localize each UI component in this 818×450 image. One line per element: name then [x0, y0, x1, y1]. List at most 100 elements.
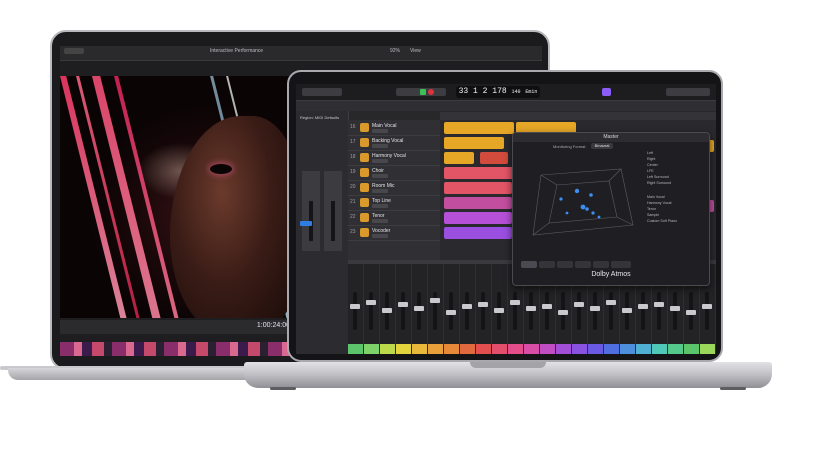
lcd-key: Emin — [525, 89, 538, 95]
object-row[interactable]: LFE — [647, 169, 705, 174]
microphone-icon — [360, 153, 369, 162]
object-row[interactable]: Harmony Vocal — [647, 201, 705, 206]
audio-region[interactable] — [444, 137, 504, 149]
zoom-level[interactable]: 92% — [390, 48, 400, 54]
channel-strip[interactable] — [380, 264, 396, 354]
object-row[interactable]: Left Surround — [647, 175, 705, 180]
inspector: Region: MIDI Defaults — [296, 111, 349, 354]
audio-region[interactable] — [444, 212, 512, 224]
track-header[interactable]: 16 Main Vocal — [348, 120, 440, 136]
audio-region[interactable] — [444, 152, 474, 164]
object-point — [591, 211, 595, 215]
object-row[interactable]: Custom Soft Piano — [647, 219, 705, 224]
view-buttons[interactable] — [302, 88, 342, 96]
channel-strip[interactable] — [492, 264, 508, 354]
microphone-icon — [360, 228, 369, 237]
lcd-beat: 1 — [473, 87, 478, 96]
arrange-menubar — [296, 101, 716, 111]
track-header[interactable]: 17 Backing Vocal — [348, 135, 440, 151]
tab[interactable] — [557, 261, 573, 268]
track-header[interactable]: 21 Top Line — [348, 195, 440, 211]
channel-strip[interactable] — [428, 264, 444, 354]
object-row[interactable]: Center — [647, 163, 705, 168]
audio-region[interactable] — [480, 152, 508, 164]
audio-region[interactable] — [444, 197, 512, 209]
track-headers: 16 Main Vocal 17 Backing Vocal 18 Harmony V… — [348, 120, 440, 260]
track-header[interactable]: 18 Harmony Vocal — [348, 150, 440, 166]
track-header[interactable]: 22 Tenor — [348, 210, 440, 226]
channel-strip[interactable] — [364, 264, 380, 354]
audio-region[interactable] — [444, 122, 514, 134]
object-row[interactable]: Right Surround — [647, 181, 705, 186]
laptop-foot — [720, 387, 746, 390]
record-button[interactable] — [428, 89, 434, 95]
cpu-meter-icon[interactable] — [602, 88, 611, 96]
lcd-bars: 33 — [458, 87, 469, 96]
channel-strip[interactable] — [396, 264, 412, 354]
object-point — [589, 193, 593, 197]
portrait-face — [170, 116, 290, 318]
microphone-icon — [360, 123, 369, 132]
monitoring-format-select[interactable]: Binaural — [591, 143, 613, 149]
object-point — [559, 197, 563, 201]
lcd-tempo: 140 — [511, 89, 521, 95]
video-clip-filmstrip[interactable] — [60, 342, 290, 356]
object-row[interactable]: Tenor — [647, 207, 705, 212]
lcd-ticks: 178 — [492, 87, 507, 96]
object-row[interactable]: Main Vocal — [647, 195, 705, 200]
microphone-icon — [360, 138, 369, 147]
channel-strip-left[interactable] — [302, 171, 320, 251]
audio-region[interactable] — [444, 167, 514, 179]
back-laptop-base — [8, 368, 272, 380]
object-list: Left Right Center LFE Left Surround Righ… — [647, 151, 705, 255]
lcd-subdiv: 2 — [482, 87, 488, 96]
dolby-atmos-window[interactable]: Master Monitoring Format Binaural Left R… — [512, 132, 710, 286]
channel-strip[interactable] — [412, 264, 428, 354]
timecode-display: 1:00:24:00 — [256, 322, 290, 329]
microphone-icon — [360, 213, 369, 222]
channel-strip-right[interactable] — [324, 171, 342, 251]
app-toolbar: Interactive Performance 92% View — [60, 46, 542, 61]
toolbar-buttons[interactable] — [64, 48, 84, 54]
transport-controls[interactable] — [396, 88, 446, 96]
view-tabs — [521, 261, 641, 268]
channel-strip[interactable] — [444, 264, 460, 354]
timeline-ruler[interactable] — [440, 112, 716, 120]
channel-strip[interactable] — [460, 264, 476, 354]
3d-room-view[interactable] — [521, 155, 641, 251]
object-point — [580, 204, 586, 210]
track-header[interactable]: 23 Vocoder — [348, 225, 440, 241]
play-button[interactable] — [420, 89, 426, 95]
audio-region[interactable] — [444, 227, 512, 239]
laptop-foot — [270, 387, 296, 390]
microphone-icon — [360, 198, 369, 207]
object-row[interactable]: Right — [647, 157, 705, 162]
edit-buttons[interactable] — [666, 88, 710, 96]
tab[interactable] — [593, 261, 609, 268]
channel-strip[interactable] — [476, 264, 492, 354]
track-header[interactable]: 19 Choir — [348, 165, 440, 181]
tab[interactable] — [611, 261, 631, 268]
window-title: Master — [513, 133, 709, 142]
region-label: Region: MIDI Defaults — [300, 115, 340, 120]
object-point — [565, 211, 569, 215]
microphone-icon — [360, 168, 369, 177]
tab[interactable] — [539, 261, 555, 268]
channel-strip[interactable] — [348, 264, 364, 354]
lcd-display[interactable]: 33 1 2 178 140 Emin — [456, 86, 540, 98]
track-header[interactable]: 20 Room Mic — [348, 180, 440, 196]
bus-button[interactable] — [300, 221, 312, 226]
audio-region[interactable] — [444, 182, 512, 194]
video-viewer[interactable] — [60, 76, 290, 318]
portrait-eye — [210, 164, 232, 174]
control-bar: 33 1 2 178 140 Emin — [296, 84, 716, 101]
object-row[interactable]: Sample — [647, 213, 705, 218]
view-menu[interactable]: View — [410, 48, 421, 54]
dolby-atmos-label: Dolby Atmos — [591, 271, 631, 278]
tab[interactable] — [575, 261, 591, 268]
object-point — [574, 188, 580, 194]
tab[interactable] — [521, 261, 537, 268]
object-point — [585, 207, 589, 211]
object-row[interactable]: Left — [647, 151, 705, 156]
window-title: Interactive Performance — [210, 48, 264, 54]
